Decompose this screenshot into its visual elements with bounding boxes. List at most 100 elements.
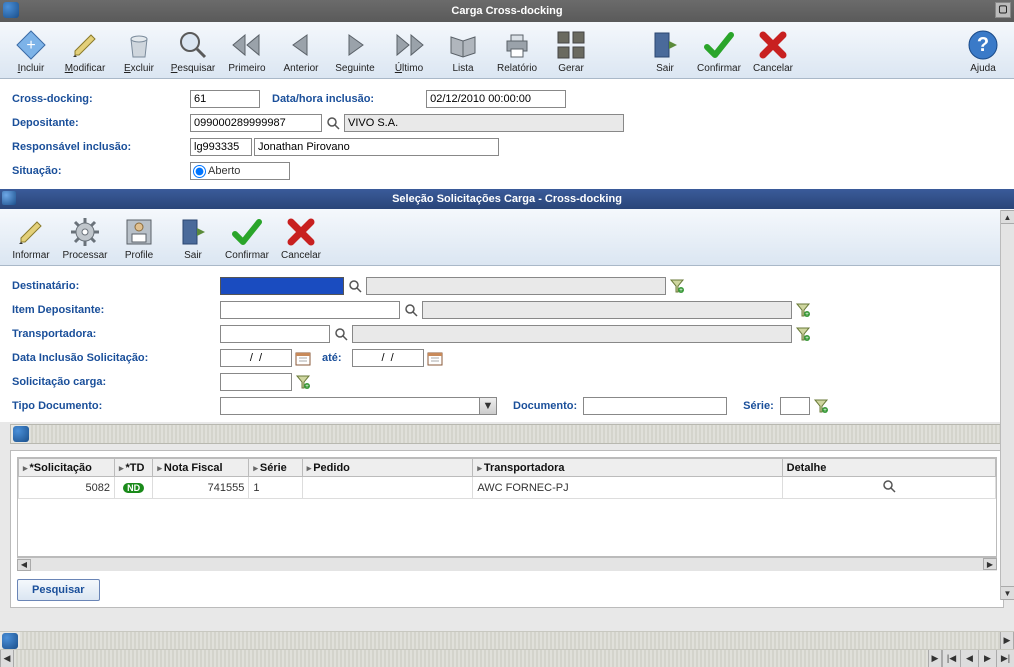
sub-window-title: Seleção Solicitações Carga - Cross-docki… [392, 193, 622, 205]
nav-prev-icon[interactable]: ◀ [960, 650, 978, 667]
informar-button[interactable]: Informar [4, 213, 58, 263]
destinatario-input[interactable] [220, 277, 344, 295]
responsavel-code-input[interactable] [190, 138, 252, 156]
toolbar-label: Cancelar [281, 250, 321, 261]
col-detalhe[interactable]: Detalhe [782, 459, 995, 477]
funnel-add-icon[interactable]: + [668, 277, 686, 295]
trash-icon [122, 28, 156, 62]
modificar-button[interactable]: Modificar [58, 26, 112, 76]
toolbar-label: Sair [656, 63, 674, 74]
window-maximize-icon[interactable]: ▢ [995, 2, 1011, 18]
nav-last-icon[interactable]: ▶| [996, 650, 1014, 667]
depositante-label: Depositante: [12, 117, 190, 129]
lista-button[interactable]: Lista [436, 26, 490, 76]
excluir-button[interactable]: Excluir [112, 26, 166, 76]
search-icon[interactable] [332, 325, 350, 343]
status-strip-2: ◀ ▶ |◀ ◀ ▶ ▶| [0, 649, 1014, 667]
relatorio-button[interactable]: Relatório [490, 26, 544, 76]
calendar-icon[interactable] [426, 349, 444, 367]
funnel-add-icon[interactable]: + [794, 325, 812, 343]
toolbar-label: Anterior [283, 63, 318, 74]
search-icon[interactable] [324, 114, 342, 132]
main-toolbar: + Incluir Modificar Excluir Pesquisar Pr… [0, 22, 1014, 79]
gerar-button[interactable]: Gerar [544, 26, 598, 76]
transportadora-input[interactable] [220, 325, 330, 343]
col-td[interactable]: ▸*TD [114, 459, 152, 477]
toolbar-label: Último [395, 63, 423, 74]
profile-button[interactable]: Profile [112, 213, 166, 263]
status-strip-1: ▶ [0, 631, 1014, 649]
disk-user-icon [122, 215, 156, 249]
search-icon[interactable] [346, 277, 364, 295]
sub-cancelar-button[interactable]: Cancelar [274, 213, 328, 263]
confirmar-button[interactable]: Confirmar [692, 26, 746, 76]
tipo-documento-input[interactable] [220, 397, 480, 415]
search-icon[interactable] [402, 301, 420, 319]
crossdocking-label: Cross-docking: [12, 93, 190, 105]
scroll-left-icon[interactable]: ◀ [0, 650, 14, 667]
scroll-right-icon[interactable]: ▶ [983, 558, 997, 570]
cancelar-button[interactable]: Cancelar [746, 26, 800, 76]
serie-label: Série: [743, 400, 774, 412]
situacao-aberto-radio[interactable] [193, 165, 206, 178]
funnel-add-icon[interactable]: + [794, 301, 812, 319]
scroll-down-icon[interactable]: ▼ [1001, 586, 1014, 600]
nav-first-icon[interactable]: |◀ [942, 650, 960, 667]
sub-sair-button[interactable]: Sair [166, 213, 220, 263]
sub-titlebar: Seleção Solicitações Carga - Cross-docki… [0, 189, 1014, 209]
toolbar-label: Ajuda [970, 63, 996, 74]
sub-confirmar-button[interactable]: Confirmar [220, 213, 274, 263]
scroll-up-icon[interactable]: ▲ [1001, 210, 1014, 224]
solicitacao-carga-label: Solicitação carga: [12, 376, 220, 388]
datahora-input[interactable] [426, 90, 566, 108]
scroll-right-icon[interactable]: ▶ [1000, 632, 1014, 649]
grid-horizontal-scrollbar[interactable]: ◀ ▶ [17, 557, 997, 571]
item-depositante-input[interactable] [220, 301, 400, 319]
funnel-add-icon[interactable]: + [812, 397, 830, 415]
destinatario-name-input [366, 277, 666, 295]
dropdown-icon[interactable]: ▼ [479, 397, 497, 415]
calendar-icon[interactable] [294, 349, 312, 367]
cell-detalhe[interactable] [782, 477, 995, 499]
toolbar-label: Seguinte [335, 63, 374, 74]
pesquisar-button[interactable]: Pesquisar [17, 579, 100, 601]
col-transportadora[interactable]: ▸Transportadora [473, 459, 782, 477]
grid-header-row: ▸*Solicitação ▸*TD ▸Nota Fiscal ▸Série ▸… [19, 459, 996, 477]
primeiro-button[interactable]: Primeiro [220, 26, 274, 76]
processar-button[interactable]: Processar [58, 213, 112, 263]
toolbar-label: Cancelar [753, 63, 793, 74]
scroll-left-icon[interactable]: ◀ [17, 559, 31, 571]
transportadora-label: Transportadora: [12, 328, 220, 340]
col-serie[interactable]: ▸Série [249, 459, 302, 477]
last-arrow-icon [392, 28, 426, 62]
depositante-code-input[interactable] [190, 114, 322, 132]
nd-badge: ND [123, 483, 144, 493]
pencil-icon [68, 28, 102, 62]
incluir-button[interactable]: + Incluir [4, 26, 58, 76]
solicitacao-carga-input[interactable] [220, 373, 292, 391]
toolbar-label: Confirmar [697, 63, 741, 74]
anterior-button[interactable]: Anterior [274, 26, 328, 76]
funnel-add-icon[interactable]: + [294, 373, 312, 391]
sair-button[interactable]: Sair [638, 26, 692, 76]
col-nota-fiscal[interactable]: ▸Nota Fiscal [153, 459, 249, 477]
app-icon [3, 2, 19, 18]
table-row[interactable]: 5082 ND 741555 1 AWC FORNEC-PJ [19, 477, 996, 499]
ajuda-button[interactable]: ? Ajuda [956, 26, 1010, 76]
crossdocking-input[interactable] [190, 90, 260, 108]
nav-next-icon[interactable]: ▶ [978, 650, 996, 667]
scroll-right-icon[interactable]: ▶ [928, 650, 942, 667]
data-from-input[interactable] [220, 349, 292, 367]
documento-input[interactable] [583, 397, 727, 415]
ultimo-button[interactable]: Último [382, 26, 436, 76]
col-solicitacao[interactable]: ▸*Solicitação [19, 459, 115, 477]
responsavel-name-input[interactable] [254, 138, 499, 156]
x-icon [284, 215, 318, 249]
pesquisar-toolbar-button[interactable]: Pesquisar [166, 26, 220, 76]
col-pedido[interactable]: ▸Pedido [302, 459, 473, 477]
seguinte-button[interactable]: Seguinte [328, 26, 382, 76]
vertical-scrollbar[interactable]: ▲ ▼ [1000, 210, 1014, 600]
data-to-input[interactable] [352, 349, 424, 367]
toolbar-label: Gerar [558, 63, 584, 74]
serie-input[interactable] [780, 397, 810, 415]
